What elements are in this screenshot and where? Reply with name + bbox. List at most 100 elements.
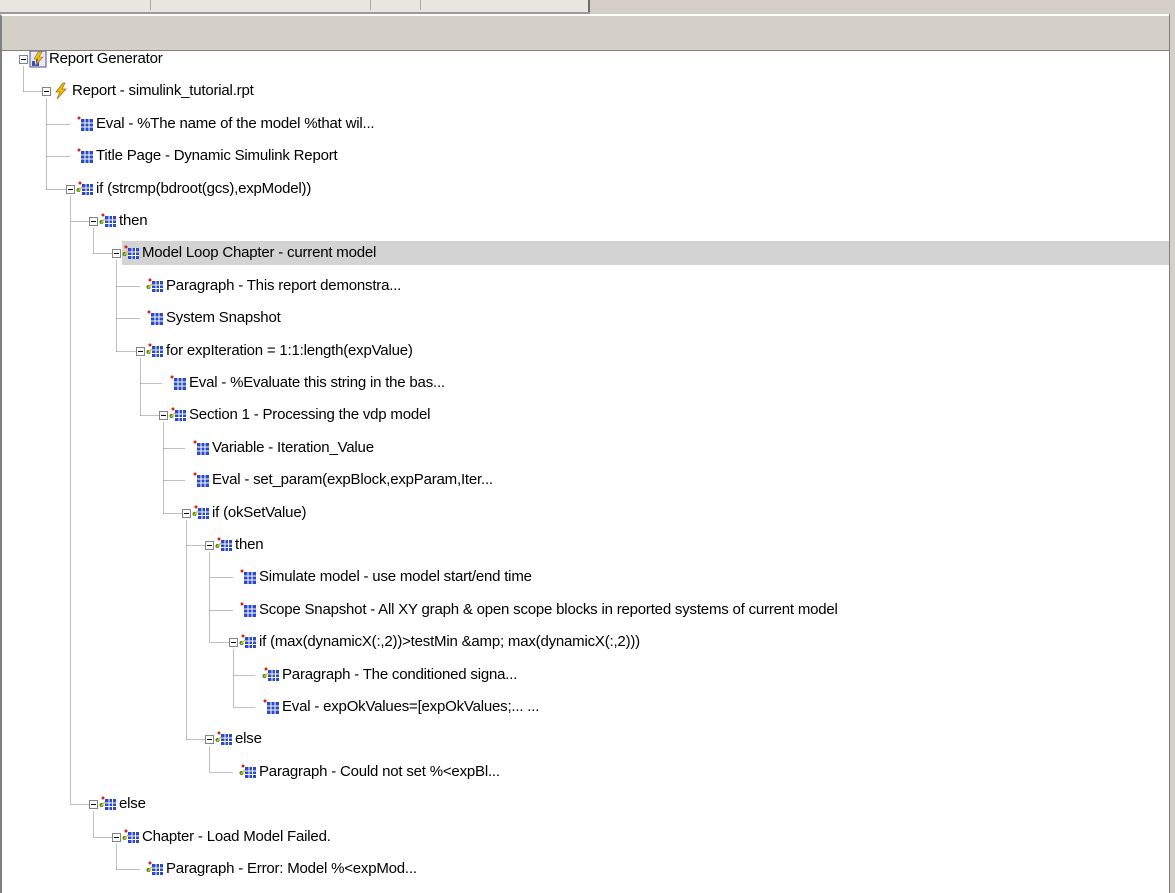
collapse-toggle[interactable] — [89, 217, 98, 226]
tab-separator — [150, 0, 151, 10]
tree-node[interactable]: Scope Snapshot - All XY graph & open sco… — [239, 598, 838, 622]
tab-separator — [370, 0, 371, 10]
tree-node-label: if (okSetValue) — [212, 504, 307, 521]
report-generator-icon — [29, 51, 47, 68]
tree-node[interactable]: Variable - Iteration_Value — [192, 436, 374, 460]
tree-node-label: Eval - %The name of the model %that wil.… — [96, 115, 375, 132]
tree-node-label: System Snapshot — [166, 309, 281, 326]
tree-node-label: Variable - Iteration_Value — [212, 439, 374, 456]
tree-node[interactable]: Paragraph - Error: Model %<expMod... — [146, 857, 417, 881]
tree-node[interactable]: if (strcmp(bdroot(gcs),expModel)) — [76, 177, 311, 201]
component-table-icon — [192, 471, 210, 489]
tree-node[interactable]: then — [215, 533, 264, 557]
component-table-icon — [239, 568, 257, 586]
tree-node[interactable]: Section 1 - Processing the vdp model — [169, 403, 430, 427]
tree-node-label: if (max(dynamicX(:,2))>testMin &amp; max… — [259, 633, 640, 650]
component-table-icon — [192, 439, 210, 457]
logical-component-icon — [99, 212, 117, 230]
tree-node-label: Eval - %Evaluate this string in the bas.… — [189, 374, 445, 391]
collapse-toggle[interactable] — [42, 87, 51, 96]
component-table-icon — [169, 374, 187, 392]
tree-node-label: Report - simulink_tutorial.rpt — [72, 82, 254, 99]
tree-node-label: else — [235, 730, 262, 747]
tree-node[interactable]: Model Loop Chapter - current model — [122, 241, 1169, 265]
tree-node-label: Paragraph - This report demonstra... — [166, 277, 402, 294]
tree-node-label: Report Generator — [49, 50, 163, 67]
tree-node[interactable]: if (max(dynamicX(:,2))>testMin &amp; max… — [239, 630, 640, 654]
logical-component-icon — [146, 342, 164, 360]
tree-node[interactable]: Paragraph - This report demonstra... — [146, 274, 401, 298]
tree-node-label: Eval - set_param(expBlock,expParam,Iter.… — [212, 471, 493, 488]
tree-node[interactable]: Eval - expOkValues=[expOkValues;... ... — [262, 695, 539, 719]
tree-node-label: Title Page - Dynamic Simulink Report — [96, 147, 338, 164]
tree-node-label: Scope Snapshot - All XY graph & open sco… — [259, 601, 838, 618]
logical-component-icon — [76, 180, 94, 198]
tree-node[interactable]: Paragraph - The conditioned signa... — [262, 663, 517, 687]
component-table-icon — [262, 698, 280, 716]
collapse-toggle[interactable] — [112, 249, 121, 258]
collapse-toggle[interactable] — [112, 833, 121, 842]
logical-component-icon — [239, 763, 257, 781]
collapse-toggle[interactable] — [89, 800, 98, 809]
tree-node[interactable]: else — [215, 727, 262, 751]
outline-header-bar — [0, 14, 1175, 50]
tree-node-label: else — [119, 795, 146, 812]
tree-node-label: if (strcmp(bdroot(gcs),expModel)) — [96, 180, 312, 197]
logical-component-icon — [146, 277, 164, 295]
logical-component-icon — [215, 730, 233, 748]
tab-strip-face — [0, 0, 590, 14]
tree-node[interactable]: Report - simulink_tutorial.rpt — [52, 79, 254, 103]
tree-node-label: Paragraph - Could not set %<expBl... — [259, 763, 500, 780]
collapse-toggle[interactable] — [182, 509, 191, 518]
component-table-icon — [76, 115, 94, 133]
tree-node[interactable]: if (okSetValue) — [192, 501, 306, 525]
component-table-icon — [76, 147, 94, 165]
tree-node[interactable]: Eval - %The name of the model %that wil.… — [76, 112, 375, 136]
tree-node[interactable]: then — [99, 209, 148, 233]
component-table-icon — [146, 309, 164, 327]
tree-node-label: Paragraph - Error: Model %<expMod... — [166, 860, 417, 877]
tab-separator — [420, 0, 421, 10]
tree-node-label: Paragraph - The conditioned signa... — [282, 666, 518, 683]
logical-component-icon — [169, 406, 187, 424]
tree-node[interactable]: Eval - set_param(expBlock,expParam,Iter.… — [192, 468, 493, 492]
collapse-toggle[interactable] — [205, 735, 214, 744]
collapse-toggle[interactable] — [229, 638, 238, 647]
tree-node[interactable]: System Snapshot — [146, 306, 281, 330]
tree-node[interactable]: for expIteration = 1:1:length(expValue) — [146, 339, 413, 363]
logical-component-icon — [122, 244, 140, 262]
tree-node-label: Section 1 - Processing the vdp model — [189, 406, 431, 423]
tab-strip-end — [588, 0, 590, 12]
tree-node[interactable]: Chapter - Load Model Failed. — [122, 825, 331, 849]
logical-component-icon — [146, 860, 164, 878]
tree-node-label: for expIteration = 1:1:length(expValue) — [166, 342, 413, 359]
logical-component-icon — [192, 504, 210, 522]
collapse-toggle[interactable] — [19, 55, 28, 64]
component-table-icon — [239, 601, 257, 619]
logical-component-icon — [99, 795, 117, 813]
logical-component-icon — [122, 828, 140, 846]
report-lightning-icon — [52, 82, 70, 100]
collapse-toggle[interactable] — [205, 541, 214, 550]
logical-component-icon — [215, 536, 233, 554]
tree-node-label: Chapter - Load Model Failed. — [142, 828, 331, 845]
tree-node-label: then — [119, 212, 148, 229]
collapse-toggle[interactable] — [136, 347, 145, 356]
panel-right-edge — [1169, 14, 1175, 893]
tree-node-label: Model Loop Chapter - current model — [142, 244, 377, 261]
tree-node[interactable]: Paragraph - Could not set %<expBl... — [239, 760, 500, 784]
tab-strip — [0, 0, 1175, 14]
tree-node-label: then — [235, 536, 264, 553]
report-outline-tree[interactable]: Report Generator Report - simulink_tutori… — [0, 50, 1169, 893]
collapse-toggle[interactable] — [159, 411, 168, 420]
tree-node-label: Eval - expOkValues=[expOkValues;... ... — [282, 698, 540, 715]
tree-node-label: Simulate model - use model start/end tim… — [259, 568, 532, 585]
collapse-toggle[interactable] — [66, 185, 75, 194]
tree-node[interactable]: Report Generator — [29, 51, 163, 71]
tree-node[interactable]: Simulate model - use model start/end tim… — [239, 565, 532, 589]
logical-component-icon — [262, 666, 280, 684]
tree-node[interactable]: Title Page - Dynamic Simulink Report — [76, 144, 338, 168]
logical-component-icon — [239, 633, 257, 651]
tree-node[interactable]: else — [99, 792, 146, 816]
tree-node[interactable]: Eval - %Evaluate this string in the bas.… — [169, 371, 445, 395]
